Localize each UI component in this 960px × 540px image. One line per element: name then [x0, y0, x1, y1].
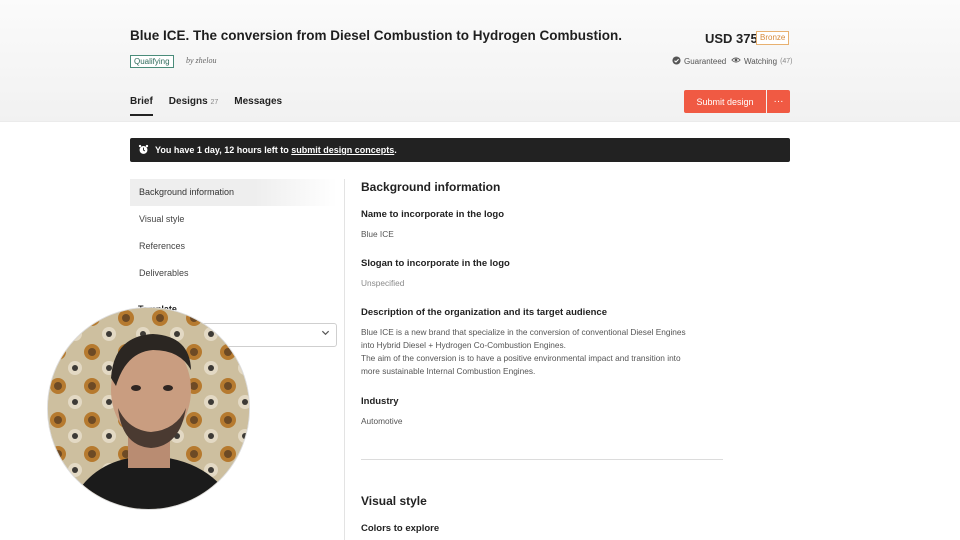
tab-designs[interactable]: Designs 27: [169, 96, 218, 115]
section-title-background: Background information: [361, 180, 501, 194]
watching-count: (47): [780, 57, 793, 65]
field-value-description: Blue ICE is a new brand that specialize …: [361, 326, 731, 378]
tab-label: Brief: [130, 96, 153, 107]
deadline-alert: You have 1 day, 12 hours left to submit …: [130, 138, 790, 162]
watching-label: Watching: [744, 56, 778, 66]
contest-tabs: Brief Designs 27 Messages: [130, 96, 282, 116]
description-line: Blue ICE is a new brand that specialize …: [361, 327, 686, 337]
field-label-name: Name to incorporate in the logo: [361, 209, 505, 220]
section-divider: [361, 459, 723, 460]
field-value-name: Blue ICE: [361, 229, 394, 239]
description-line: more sustainable Internal Combustion Eng…: [361, 366, 536, 376]
description-line: The aim of the conversion is to have a p…: [361, 353, 681, 363]
check-circle-icon: [672, 56, 681, 67]
sidebar-item-visual-style[interactable]: Visual style: [130, 206, 337, 233]
sidebar-item-background[interactable]: Background information: [130, 179, 337, 206]
field-label-colors: Colors to explore: [361, 523, 440, 534]
field-label-description: Description of the organization and its …: [361, 307, 607, 318]
alert-suffix: .: [394, 145, 397, 155]
description-line: into Hybrid Diesel + Hydrogen Co-Combust…: [361, 340, 566, 350]
alert-text: You have 1 day, 12 hours left to: [155, 145, 289, 155]
submit-design-button[interactable]: Submit design: [684, 90, 766, 113]
field-value-industry: Automotive: [361, 416, 403, 426]
field-label-industry: Industry: [361, 396, 399, 407]
eye-icon: [731, 56, 741, 66]
status-badge: Qualifying: [130, 55, 174, 68]
webcam-overlay: [47, 307, 250, 510]
sidebar-item-references[interactable]: References: [130, 233, 337, 260]
author-line: by zhelou: [186, 56, 217, 65]
prize-amount: USD 375: [705, 31, 758, 46]
contest-title: Blue ICE. The conversion from Diesel Com…: [130, 28, 623, 43]
tab-count: 27: [210, 99, 219, 106]
presenter-video-image: [48, 308, 249, 509]
tab-brief[interactable]: Brief: [130, 96, 153, 116]
content-divider: [344, 179, 345, 540]
field-value-slogan: Unspecified: [361, 278, 405, 288]
guaranteed-indicator: Guaranteed: [672, 56, 726, 67]
submit-concepts-link[interactable]: submit design concepts: [291, 145, 394, 155]
guaranteed-label: Guaranteed: [684, 57, 727, 66]
contest-header: Blue ICE. The conversion from Diesel Com…: [0, 0, 960, 122]
field-label-slogan: Slogan to incorporate in the logo: [361, 258, 510, 269]
brief-sidebar: Background information Visual style Refe…: [130, 179, 337, 287]
tab-label: Messages: [234, 96, 283, 107]
more-options-button[interactable]: ···: [767, 90, 790, 113]
tab-label: Designs: [168, 96, 208, 107]
chevron-down-icon: [321, 328, 330, 340]
tab-messages[interactable]: Messages: [234, 96, 282, 115]
section-title-visual-style: Visual style: [361, 494, 427, 508]
alarm-clock-icon: [138, 144, 149, 157]
watching-button[interactable]: Watching (47): [731, 56, 793, 66]
sidebar-item-deliverables[interactable]: Deliverables: [130, 260, 337, 287]
tier-badge: Bronze: [756, 31, 790, 45]
